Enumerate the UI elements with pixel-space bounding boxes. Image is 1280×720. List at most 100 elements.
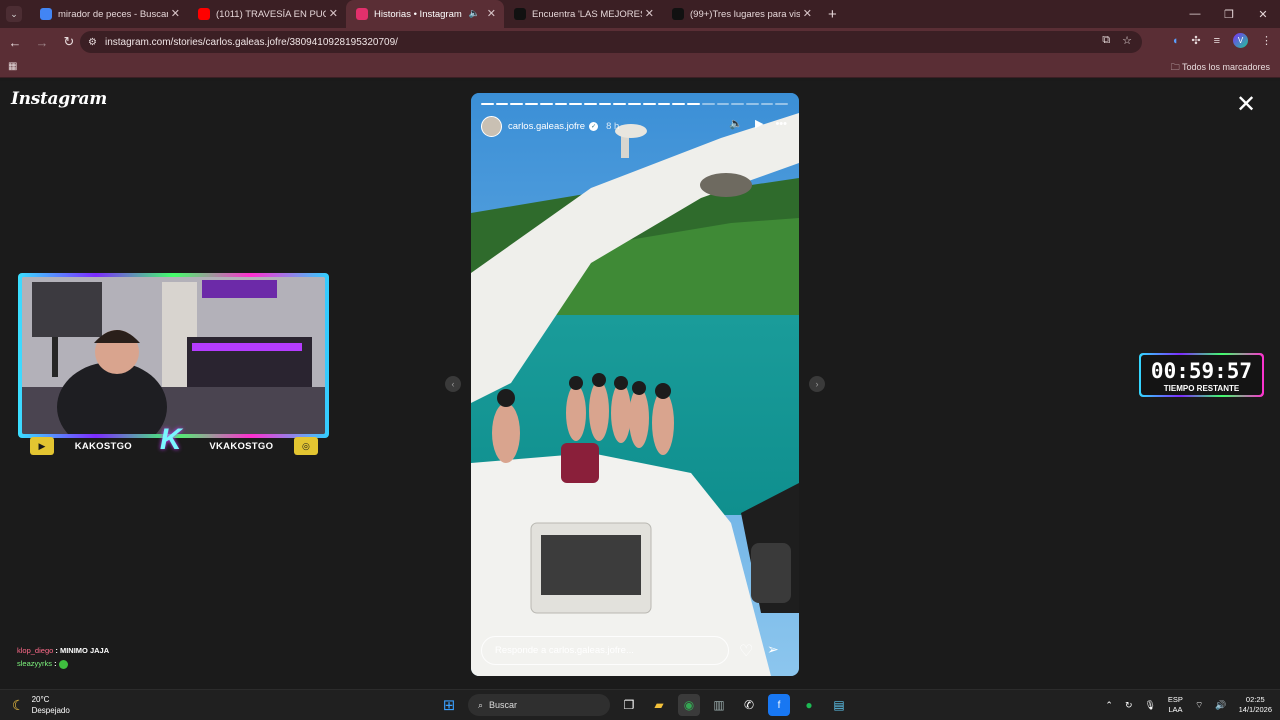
install-app-icon[interactable]: ⧉ [1102, 34, 1110, 47]
progress-segment [584, 103, 597, 105]
network-icon[interactable]: ⌔ [1195, 700, 1203, 711]
browser-tab[interactable]: mirador de peces - Buscar con G✕ [30, 0, 188, 28]
youtube-icon [198, 8, 210, 20]
story-viewer[interactable]: carlos.galeas.jofre ✓ 8 h 🔈 ▶ ••• Respon… [471, 93, 799, 676]
app-icon[interactable]: ▥ [708, 694, 730, 716]
address-bar[interactable]: ⚙ instagram.com/stories/carlos.galeas.jo… [80, 31, 1142, 53]
clock-date: 14/1/2026 [1238, 705, 1272, 714]
instagram-logo[interactable]: Instagram [11, 89, 107, 109]
tab-close-icon[interactable]: ✕ [171, 8, 180, 20]
weather-widget[interactable]: ☾ 20°C Despejado [12, 694, 70, 716]
bookmarks-bar: ▦ 🗀 Todos los marcadores [0, 56, 1280, 78]
close-window-button[interactable]: ✕ [1246, 0, 1280, 28]
progress-segment [554, 103, 568, 105]
chat-username: klop_diego [17, 646, 54, 655]
tiktok-icon [672, 8, 684, 20]
tray-chevron-icon[interactable]: ⌃ [1105, 700, 1113, 711]
new-tab-button[interactable]: + [828, 6, 837, 23]
clock-time: 02:25 [1245, 695, 1265, 704]
windows-taskbar: ☾ 20°C Despejado ⊞ ⌕ Buscar ❐ ▰ ◉ ▥ ✆ f … [0, 689, 1280, 720]
forward-button[interactable]: → [30, 30, 54, 54]
more-options-icon[interactable]: ••• [775, 118, 787, 130]
play-icon[interactable]: ▶ [755, 117, 763, 130]
media-control-icon[interactable]: ≡ [1214, 35, 1220, 47]
tiktok-icon [514, 8, 526, 20]
countdown-timer: 00:59:57 TIEMPO RESTANTE [1139, 353, 1264, 397]
tab-close-icon[interactable]: ✕ [645, 8, 654, 20]
clock[interactable]: 02:25 14/1/2026 [1239, 695, 1272, 715]
url-text: instagram.com/stories/carlos.galeas.jofr… [104, 36, 398, 48]
reply-input[interactable]: Responde a carlos.galeas.jofre... [481, 636, 729, 665]
browser-tab[interactable]: Historias • Instagram 🔈 ✕ [346, 0, 504, 28]
progress-segment [510, 103, 524, 105]
browser-tab[interactable]: Encuentra 'LAS MEJORES COSA✕ [504, 0, 662, 28]
start-windows-icon[interactable]: ⊞ [438, 694, 460, 716]
taskbar-search[interactable]: ⌕ Buscar [468, 694, 610, 716]
tab-label: Encuentra 'LAS MEJORES COSA [532, 8, 642, 20]
close-story-icon[interactable]: ✕ [1236, 93, 1256, 117]
tab-list: mirador de peces - Buscar con G✕(1011) T… [30, 0, 820, 28]
progress-segment [745, 103, 759, 105]
profile-avatar[interactable]: V [1233, 33, 1248, 48]
browser-tab[interactable]: (99+)Tres lugares para visitar en✕ [662, 0, 820, 28]
tab-close-icon[interactable]: ✕ [803, 8, 812, 20]
restore-button[interactable]: ❐ [1212, 0, 1246, 28]
menu-kebab-icon[interactable]: ⋮ [1261, 34, 1272, 47]
task-view-icon[interactable]: ❐ [618, 694, 640, 716]
tab-search-button[interactable]: ⌄ [6, 6, 22, 22]
extension-icon[interactable]: ◖ [1172, 35, 1179, 47]
volume-icon[interactable]: 🔊 [1215, 700, 1226, 711]
reload-button[interactable]: ↻ [57, 30, 81, 54]
extensions-puzzle-icon[interactable]: ✣ [1191, 34, 1200, 47]
story-progress-bar [481, 103, 789, 105]
progress-segment [760, 103, 774, 105]
back-button[interactable]: ← [3, 30, 27, 54]
facebook-icon[interactable]: f [768, 694, 790, 716]
timer-value: 00:59:57 [1150, 359, 1253, 383]
instagram-icon [356, 8, 368, 20]
all-bookmarks-button[interactable]: 🗀 Todos los marcadores [1171, 60, 1270, 76]
system-tray: ⌃ ↻ 🎙 ESP LAA ⌔ 🔊 02:25 14/1/2026 [1105, 695, 1272, 715]
spotify-icon[interactable]: ● [798, 694, 820, 716]
moon-icon: ☾ [12, 696, 25, 713]
whatsapp-icon[interactable]: ✆ [738, 694, 760, 716]
notepad-icon[interactable]: ▤ [828, 694, 850, 716]
site-info-icon[interactable]: ⚙ [88, 37, 97, 48]
tab-close-icon[interactable]: ✕ [487, 8, 496, 20]
next-story-arrow[interactable]: › [809, 376, 825, 392]
browser-toolbar: ← → ↻ ⚙ instagram.com/stories/carlos.gal… [0, 28, 1280, 56]
language-indicator[interactable]: ESP LAA [1168, 695, 1183, 715]
chrome-icon[interactable]: ◉ [678, 694, 700, 716]
microphone-icon[interactable]: 🎙 [1144, 700, 1155, 711]
like-heart-icon[interactable]: ♡ [739, 641, 753, 661]
progress-segment [569, 103, 583, 105]
progress-segment [598, 103, 612, 105]
sync-icon[interactable]: ↻ [1125, 700, 1133, 711]
progress-segment [716, 103, 730, 105]
browser-tab[interactable]: (1011) TRAVESÍA EN PUCON 2✕ [188, 0, 346, 28]
progress-segment [687, 103, 700, 105]
browser-tab-strip: ⌄ mirador de peces - Buscar con G✕(1011)… [0, 0, 1280, 28]
bookmark-star-icon[interactable]: ☆ [1122, 34, 1132, 47]
progress-segment [701, 103, 715, 105]
story-media-image [471, 93, 799, 676]
file-explorer-icon[interactable]: ▰ [648, 694, 670, 716]
share-send-icon[interactable]: ➢ [767, 641, 779, 658]
channel-logo-icon: K [159, 423, 182, 456]
story-username[interactable]: carlos.galeas.jofre [508, 121, 585, 132]
progress-segment [657, 103, 671, 105]
google-icon [40, 8, 52, 20]
mute-icon[interactable]: 🔈 [729, 117, 743, 130]
apps-grid-icon[interactable]: ▦ [8, 61, 17, 72]
story-user-avatar[interactable] [481, 115, 502, 137]
stream-chat: klop_diego : MINIMO JAJA sleazyyrks : [17, 644, 109, 670]
progress-segment [525, 103, 538, 105]
previous-story-arrow[interactable]: ‹ [445, 376, 461, 392]
tab-audio-icon[interactable]: 🔈 [469, 8, 480, 19]
minimize-button[interactable]: — [1178, 0, 1212, 28]
weather-temperature: 20°C [31, 695, 50, 704]
tab-close-icon[interactable]: ✕ [329, 8, 338, 20]
progress-segment [642, 103, 656, 105]
page-viewport: Instagram ✕ ‹ › carlos.galeas.jofre ✓ 8 … [0, 81, 1280, 689]
search-icon: ⌕ [478, 699, 484, 710]
